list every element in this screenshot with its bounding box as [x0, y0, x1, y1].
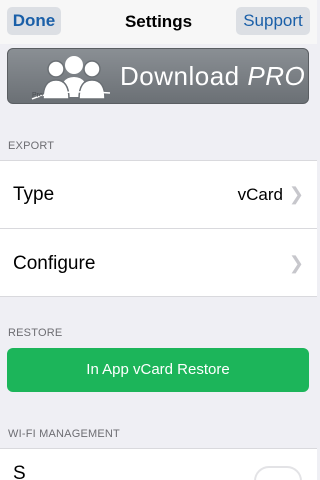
type-value: vCard [237, 185, 283, 204]
configure-label: Configure [13, 253, 96, 274]
download-pro-text: Download PRO [120, 61, 306, 91]
support-button[interactable]: Support [236, 7, 310, 35]
configure-row[interactable]: Configure ❯ [0, 229, 317, 296]
pro-badge-text: Pro [32, 92, 43, 99]
section-header-export: EXPORT [8, 140, 55, 152]
people-icon: Pro [31, 56, 111, 100]
chevron-right-icon: ❯ [288, 184, 304, 204]
section-header-restore: RESTORE [8, 327, 63, 339]
wifi-toggle[interactable] [254, 466, 302, 480]
type-row[interactable]: Type vCard ❯ [0, 161, 317, 228]
in-app-vcard-restore-button[interactable]: In App vCard Restore [7, 348, 309, 392]
separator [0, 296, 317, 297]
wifi-row-label: S [13, 463, 26, 480]
type-label: Type [13, 184, 55, 205]
download-pro-banner[interactable]: Pro Download PRO [7, 48, 309, 104]
navigation-bar: Done Settings Support [0, 0, 317, 44]
chevron-right-icon: ❯ [288, 253, 304, 273]
section-header-wifi: WI-FI MANAGEMENT [8, 428, 120, 440]
